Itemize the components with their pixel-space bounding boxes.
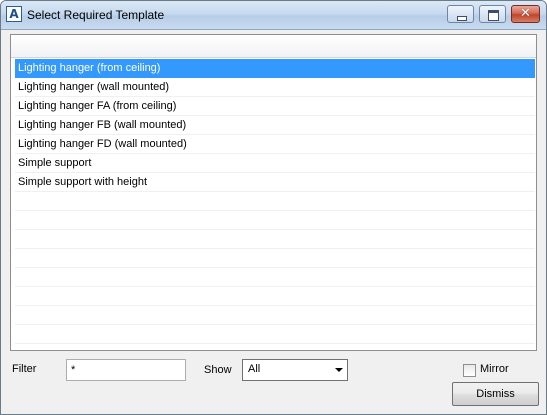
close-button[interactable]: ✕: [511, 5, 540, 23]
filter-input[interactable]: *: [66, 359, 186, 381]
list-item[interactable]: Lighting hanger FD (wall mounted): [15, 135, 535, 154]
chevron-down-icon: [335, 368, 343, 372]
minimize-icon: [457, 16, 467, 21]
filter-label: Filter: [12, 363, 37, 375]
minimize-button[interactable]: [447, 5, 474, 23]
close-icon: ✕: [520, 6, 531, 21]
show-label: Show: [204, 364, 232, 376]
empty-row: [15, 268, 535, 287]
empty-row: [15, 325, 535, 344]
mirror-label: Mirror: [480, 363, 509, 375]
window-title: Select Required Template: [27, 8, 165, 22]
list-item[interactable]: Lighting hanger (from ceiling): [15, 59, 535, 78]
template-rows: Lighting hanger (from ceiling) Lighting …: [15, 59, 535, 350]
list-item[interactable]: Lighting hanger FB (wall mounted): [15, 116, 535, 135]
title-bar[interactable]: A Select Required Template ✕: [1, 1, 546, 30]
empty-row: [15, 192, 535, 211]
maximize-button[interactable]: [479, 5, 506, 23]
show-select[interactable]: All: [242, 359, 348, 381]
empty-row: [15, 211, 535, 230]
show-select-value: All: [248, 363, 261, 375]
dismiss-button[interactable]: Dismiss: [452, 382, 539, 406]
dialog-window: A Select Required Template ✕ Lighting ha…: [0, 0, 547, 415]
app-logo-icon: A: [6, 6, 22, 22]
empty-row: [15, 344, 535, 350]
empty-row: [15, 306, 535, 325]
empty-row: [15, 287, 535, 306]
list-item[interactable]: Simple support with height: [15, 173, 535, 192]
list-item[interactable]: Lighting hanger (wall mounted): [15, 78, 535, 97]
maximize-icon: [488, 10, 499, 21]
list-item[interactable]: Simple support: [15, 154, 535, 173]
template-list[interactable]: Lighting hanger (from ceiling) Lighting …: [10, 34, 537, 351]
empty-row: [15, 230, 535, 249]
empty-row: [15, 249, 535, 268]
list-item[interactable]: Lighting hanger FA (from ceiling): [15, 97, 535, 116]
list-header: [11, 35, 536, 58]
mirror-checkbox[interactable]: [463, 364, 476, 377]
